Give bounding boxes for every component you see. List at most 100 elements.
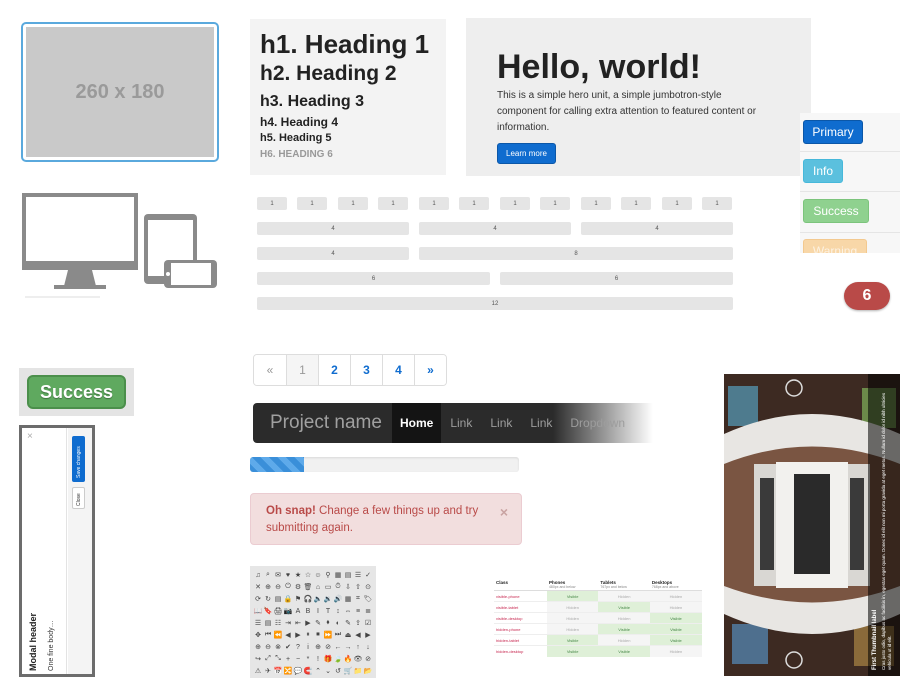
pagination-page-3[interactable]: 3 <box>350 355 382 385</box>
grid-cell: 1 <box>419 197 449 210</box>
heading-3: h3. Heading 3 <box>260 93 365 110</box>
glyph-icon: ☰ <box>254 620 262 627</box>
pagination-prev[interactable]: « <box>254 355 286 385</box>
placeholder-thumbnail[interactable]: 260 x 180 <box>21 22 219 162</box>
glyph-icon: ☆ <box>304 572 312 579</box>
glyph-icon: ⊕ <box>255 644 261 651</box>
glyph-icon: 📅 <box>273 668 283 675</box>
pagination-page-2[interactable]: 2 <box>318 355 350 385</box>
glyph-icon: ⊗ <box>275 644 281 651</box>
modal-footer: Save changes Close <box>68 428 92 674</box>
table-visibility-cell: Hidden <box>649 645 702 657</box>
table-header: Desktops 768px and above <box>649 579 702 591</box>
glyph-icon: ⇧ <box>355 584 361 591</box>
table-header: Phones 480px and below <box>546 579 599 591</box>
responsive-utilities-table: Class Phones 480px and below Tablets 767px… <box>494 579 702 657</box>
info-button[interactable]: Info <box>803 159 843 183</box>
grid-cell: 1 <box>378 197 408 210</box>
close-icon[interactable]: × <box>500 504 508 521</box>
nav-dropdown[interactable]: Dropdown <box>561 416 634 430</box>
pagination-next[interactable]: » <box>414 355 446 385</box>
glyph-icon: ▶ <box>365 632 371 639</box>
glyph-icon: ↕ <box>336 607 340 615</box>
table-class-cell: hidden-phone <box>494 623 547 635</box>
warning-button[interactable]: Warning <box>803 239 867 253</box>
glyph-icon: ⌃ <box>315 668 321 675</box>
close-label: Close <box>76 493 82 506</box>
table-visibility-cell: Hidden <box>649 601 702 613</box>
glyph-icon: ⏸ <box>306 631 310 638</box>
table-visibility-cell: Hidden <box>546 612 599 624</box>
glyph-icon: ★ <box>294 572 302 579</box>
glyph-icon: ▭ <box>324 584 332 591</box>
grid-cell: 4 <box>257 222 409 235</box>
glyph-icon: ⚠ <box>254 668 262 675</box>
table-header: Class <box>494 579 547 591</box>
hero-title: Hello, world! <box>497 48 701 86</box>
table-visibility-cell: Visible <box>546 634 599 646</box>
learn-more-button[interactable]: Learn more <box>497 143 556 164</box>
table-visibility-cell: Visible <box>598 623 650 635</box>
glyph-icon: ⟳ <box>255 596 261 603</box>
heading-6: H6. HEADING 6 <box>260 149 333 160</box>
table-visibility-cell: Hidden <box>598 612 650 624</box>
glyph-icon: ⊘ <box>365 656 371 663</box>
glyph-icon: ⌄ <box>325 668 331 675</box>
primary-button[interactable]: Primary <box>803 120 863 144</box>
glyph-icon: ⚲ <box>325 572 331 579</box>
glyph-icon: 🔀 <box>283 668 293 675</box>
glyph-icon: ⏻ <box>285 583 291 590</box>
glyph-icon: ♫ <box>255 571 261 579</box>
divider <box>800 232 900 233</box>
glyph-icon: 🔊 <box>333 596 343 603</box>
pagination-page-4[interactable]: 4 <box>382 355 414 385</box>
glyph-icon: ⊙ <box>365 584 371 591</box>
success-button[interactable]: Success <box>803 199 869 223</box>
glyph-icon: ▤ <box>274 596 282 603</box>
glyph-icon: 🗑 <box>303 584 313 591</box>
glyph-icon: 🖨 <box>273 608 283 615</box>
glyph-icon: ✈ <box>265 668 271 675</box>
grid-cell: 1 <box>702 197 732 210</box>
glyph-icon: ⌂ <box>315 583 321 591</box>
table-visibility-cell: Hidden <box>598 634 650 646</box>
close-button[interactable]: Close <box>72 487 85 509</box>
table-visibility-cell: Visible <box>649 612 702 624</box>
glyphicons-sprite: ♫ ⌕ ✉ ♥ ★ ☆ ☺ ⚲ ▦ ▤ ☰ ✓ ✕ ⊕ ⊖ ⏻ ⚙ 🗑 ⌂ ▭ ⏱ ⇩ ⇧ ⊙ ⟳ ↻ ▤ 🔒 ⚑ 🎧 🔈 🔉 🔊 ▦ ⌗ 🏷 📖 🔖 🖨 📷… <box>250 566 376 678</box>
save-changes-button[interactable]: Save changes <box>72 436 85 482</box>
glyph-icon: ✎ <box>315 620 321 627</box>
table-row: hidden-phone Hidden Visible Visible <box>494 623 702 635</box>
progress-fill <box>250 457 304 472</box>
glyph-icon: ▤ <box>264 620 272 627</box>
pagination-page-1[interactable]: 1 <box>286 355 318 385</box>
glyph-icon: ← <box>334 643 342 651</box>
glyph-icon: ⊕ <box>265 584 271 591</box>
nav-home[interactable]: Home <box>392 403 442 443</box>
grid-cell: 1 <box>257 197 287 210</box>
navbar: Project name Home Link Link Link Dropdow… <box>253 403 653 443</box>
grid-cell: 1 <box>662 197 692 210</box>
grid-cell: 8 <box>419 247 733 260</box>
glyph-icon: ⏭ <box>334 631 342 638</box>
grid-cell: 4 <box>419 222 571 235</box>
nav-link[interactable]: Link <box>481 416 521 430</box>
close-icon[interactable]: × <box>27 431 33 442</box>
nav-link[interactable]: Link <box>521 416 561 430</box>
glyph-icon: ♥ <box>285 571 291 579</box>
table-visibility-cell: Visible <box>649 634 702 646</box>
responsive-devices-icon <box>22 193 217 298</box>
glyph-icon: ⇤ <box>295 620 301 627</box>
glyph-icon: ⇔ <box>344 607 352 615</box>
glyph-icon: 🔉 <box>323 596 333 603</box>
glyph-icon: ≣ <box>365 608 371 615</box>
grid-cell: 4 <box>257 247 409 260</box>
glyph-icon: 🛒 <box>343 668 353 675</box>
heading-2: h2. Heading 2 <box>260 62 397 85</box>
nav-link[interactable]: Link <box>441 416 481 430</box>
glyph-icon: ⇪ <box>355 620 361 627</box>
glyph-icon: ⚙ <box>294 584 302 591</box>
glyph-icon: 💬 <box>293 668 303 675</box>
navbar-brand[interactable]: Project name <box>253 412 393 434</box>
glyph-icon: ↺ <box>335 668 341 675</box>
table-class-cell: visible-phone <box>494 590 547 602</box>
